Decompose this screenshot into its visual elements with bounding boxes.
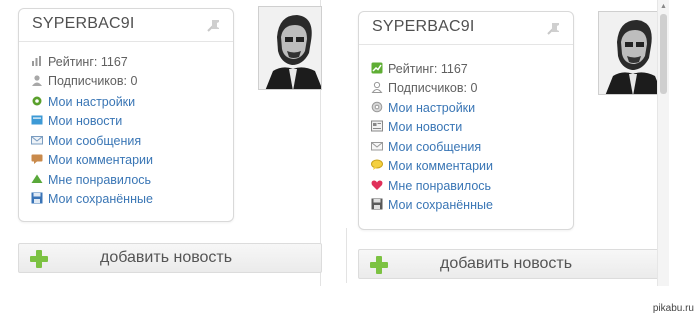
username[interactable]: SYPERBAC9I xyxy=(32,15,134,33)
profile-card: SYPERBAC9I Рейтинг: 1167 Подписчиков: 0 … xyxy=(358,11,574,230)
menu-item-saved[interactable]: Мои сохранённые xyxy=(371,198,493,217)
add-news-label: добавить новость xyxy=(440,255,573,272)
panel-divider xyxy=(346,228,347,283)
comment-icon xyxy=(31,154,43,165)
envelope-icon xyxy=(31,135,43,145)
profile-card-header: SYPERBAC9I xyxy=(19,9,233,42)
rating-text: Рейтинг: 1167 xyxy=(388,62,468,76)
pin-icon[interactable] xyxy=(205,16,223,34)
avatar-image xyxy=(599,12,661,94)
gear-icon xyxy=(371,101,383,113)
subscribers: Подписчиков: 0 xyxy=(371,81,477,95)
profile-card-header: SYPERBAC9I xyxy=(359,12,573,45)
gear-icon xyxy=(32,96,42,106)
menu-item-comments[interactable]: Мои комментарии xyxy=(371,159,493,178)
menu-item-comments[interactable]: Мои комментарии xyxy=(31,153,153,172)
profile-menu: Мои настройки Мои новости Мои сообщения … xyxy=(31,95,153,211)
profile-panel-new: SYPERBAC9I Рейтинг: 1167 Подписчиков: 0 … xyxy=(340,0,662,286)
pin-icon[interactable] xyxy=(545,19,563,37)
menu-item-label: Мои сообщения xyxy=(388,139,482,154)
avatar[interactable] xyxy=(598,11,662,95)
watermark: pikabu.ru xyxy=(652,303,694,314)
plus-icon xyxy=(30,250,48,268)
scroll-up-arrow-icon[interactable]: ▲ xyxy=(660,3,667,11)
add-news-button[interactable]: добавить новость xyxy=(358,249,661,279)
rating-text: Рейтинг: 1167 xyxy=(48,55,128,69)
plus-icon xyxy=(370,256,388,274)
menu-item-messages[interactable]: Мои сообщения xyxy=(31,134,153,153)
menu-item-label: Мои сохранённые xyxy=(48,191,153,206)
subscribers-text: Подписчиков: 0 xyxy=(388,81,478,95)
profile-menu: Мои настройки Мои новости Мои сообщения … xyxy=(371,101,493,217)
menu-item-label: Мои новости xyxy=(388,120,463,135)
menu-item-label: Мои сохранённые xyxy=(388,197,493,212)
menu-item-label: Мои настройки xyxy=(388,101,476,115)
menu-item-label: Мои сообщения xyxy=(48,133,142,148)
user-icon xyxy=(32,75,42,86)
menu-item-label: Мои комментарии xyxy=(388,159,494,174)
bar-chart-icon xyxy=(32,56,41,66)
scrollbar[interactable]: ▲ xyxy=(657,0,669,286)
menu-item-label: Мне понравилось xyxy=(388,178,492,193)
news-icon xyxy=(371,120,383,132)
menu-item-label: Мне понравилось xyxy=(48,172,152,187)
avatar-image xyxy=(259,7,321,89)
news-icon xyxy=(31,115,43,125)
menu-item-label: Мои настройки xyxy=(48,95,136,109)
menu-item-saved[interactable]: Мои сохранённые xyxy=(31,192,153,211)
subscribers-text: Подписчиков: 0 xyxy=(48,74,138,88)
menu-item-liked[interactable]: Мне понравилось xyxy=(371,179,493,198)
envelope-icon xyxy=(371,141,383,151)
subscribers: Подписчиков: 0 xyxy=(31,74,137,88)
profile-card: SYPERBAC9I Рейтинг: 1167 Подписчиков: 0 … xyxy=(18,8,234,222)
user-icon xyxy=(371,81,383,93)
profile-panel-old: SYPERBAC9I Рейтинг: 1167 Подписчиков: 0 … xyxy=(0,0,322,286)
floppy-icon xyxy=(371,198,383,210)
heart-icon xyxy=(371,180,383,190)
floppy-icon xyxy=(31,192,43,204)
username[interactable]: SYPERBAC9I xyxy=(372,18,474,36)
rating: Рейтинг: 1167 xyxy=(371,62,468,76)
menu-item-liked[interactable]: Мне понравилось xyxy=(31,173,153,192)
add-news-button[interactable]: добавить новость xyxy=(18,243,322,273)
menu-item-settings[interactable]: Мои настройки xyxy=(371,101,493,120)
trend-up-icon xyxy=(371,62,383,74)
rating: Рейтинг: 1167 xyxy=(31,55,128,69)
comment-icon xyxy=(371,159,383,171)
menu-item-messages[interactable]: Мои сообщения xyxy=(371,140,493,159)
menu-item-label: Мои новости xyxy=(48,114,123,129)
add-news-label: добавить новость xyxy=(100,249,233,266)
menu-item-settings[interactable]: Мои настройки xyxy=(31,95,153,114)
menu-item-news[interactable]: Мои новости xyxy=(371,120,493,139)
scrollbar-thumb[interactable] xyxy=(660,14,667,94)
thumb-up-icon xyxy=(31,174,43,183)
menu-item-news[interactable]: Мои новости xyxy=(31,114,153,133)
avatar[interactable] xyxy=(258,6,322,90)
menu-item-label: Мои комментарии xyxy=(48,153,154,168)
